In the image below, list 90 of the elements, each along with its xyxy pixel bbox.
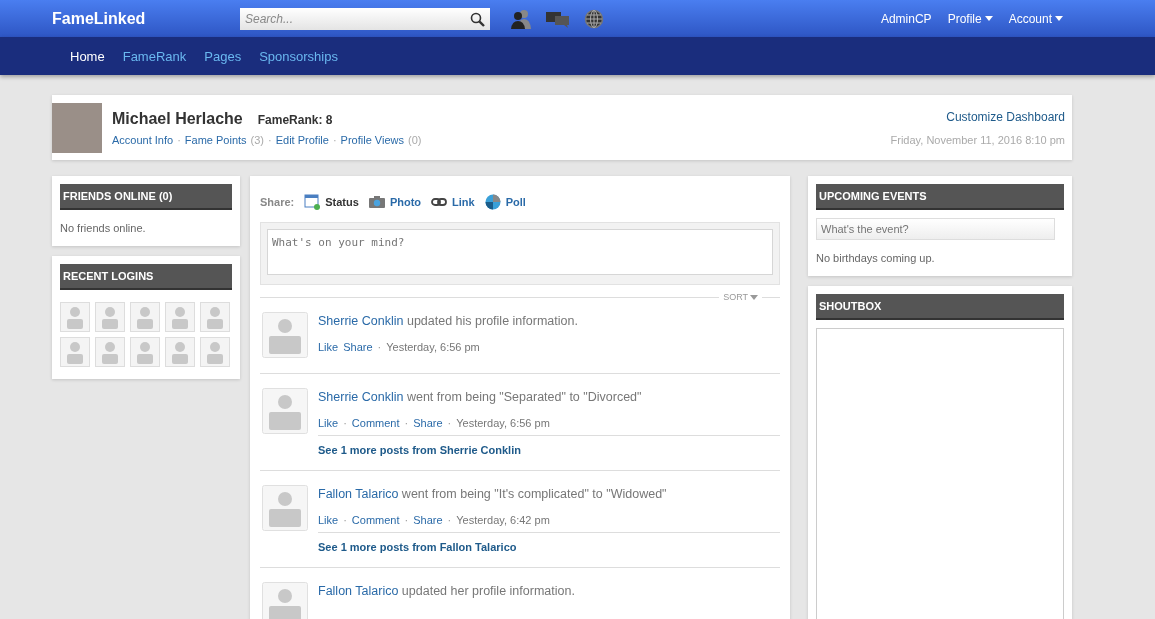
caret-icon	[1055, 16, 1063, 21]
separator-dot: ·	[332, 133, 337, 146]
post-action-link[interactable]: Share	[413, 417, 443, 429]
section-header: FRIENDS ONLINE (0)	[60, 184, 232, 210]
top-menu-link[interactable]: Profile	[947, 11, 993, 26]
post-time: Yesterday, 6:42 pm	[456, 514, 550, 526]
separator-dot: ·	[447, 417, 452, 429]
post-text: Fallon Talarico went from being "It's complicated" to "Widowed"	[318, 487, 668, 501]
share-tab[interactable]: Status	[304, 194, 359, 210]
post-time: Yesterday, 6:56 pm	[456, 417, 550, 429]
section-header: UPCOMING EVENTS	[816, 184, 1064, 210]
people-icon[interactable]	[510, 8, 532, 29]
user-link[interactable]: Fallon Talarico	[318, 584, 399, 598]
chain-link-icon	[431, 197, 448, 207]
status-input[interactable]: What's on your mind?	[267, 229, 773, 275]
globe-icon[interactable]	[584, 8, 604, 29]
separator-dot: ·	[404, 514, 409, 526]
post-text: Fallon Talarico updated her profile information.	[318, 584, 576, 598]
nav-tab[interactable]: Home	[70, 48, 105, 64]
window-icon	[304, 194, 321, 210]
share-tab[interactable]: Photo	[368, 195, 422, 209]
user-avatar-icon[interactable]	[165, 337, 195, 367]
nav-tab[interactable]: FameRank	[122, 48, 187, 64]
site-logo[interactable]: FameLinked	[52, 9, 240, 28]
account-menu-link[interactable]: Profile Views	[340, 133, 404, 146]
share-label: Share:	[260, 196, 295, 208]
share-tab[interactable]: Poll	[484, 194, 526, 210]
post-time: Yesterday, 6:56 pm	[386, 341, 480, 353]
separator-dot: ·	[447, 514, 452, 526]
customize-dashboard-link[interactable]: Customize Dashboard	[946, 109, 1065, 124]
pie-icon	[484, 194, 501, 210]
user-avatar-icon[interactable]	[165, 302, 195, 332]
user-avatar-icon[interactable]	[95, 302, 125, 332]
account-menu-link[interactable]: Account Info	[112, 133, 174, 146]
photo-placeholder	[52, 102, 102, 153]
separator-dot: ·	[343, 514, 347, 526]
account-menu-link[interactable]: Edit Profile	[275, 133, 329, 146]
user-avatar-icon[interactable]	[200, 302, 230, 332]
post-text: Sherrie Conklin updated his profile information.	[318, 314, 579, 328]
fame-rank: FameRank: 8	[257, 112, 333, 127]
more-posts-link[interactable]: See 1 more posts from Fallon Talarico	[318, 541, 780, 553]
separator-dot: ·	[268, 133, 272, 146]
post-text: Sherrie Conklin went from being "Separated" to "Divorced"	[318, 390, 643, 404]
profile-name: Michael Herlache	[112, 109, 243, 128]
post-action-link[interactable]: Comment	[351, 417, 400, 429]
separator-dot: ·	[404, 417, 409, 429]
more-posts-link[interactable]: See 1 more posts from Sherrie Conklin	[318, 444, 780, 456]
user-avatar-icon[interactable]	[262, 312, 308, 358]
separator-dot: ·	[177, 133, 181, 146]
top-menu-link[interactable]: Account	[1008, 11, 1063, 26]
caret-icon	[984, 16, 993, 21]
separator-dot: ·	[377, 341, 382, 353]
account-menu-link[interactable]: Fame Points	[184, 133, 247, 146]
user-avatar-icon[interactable]	[262, 485, 308, 531]
user-avatar-icon[interactable]	[95, 337, 125, 367]
post-action-link[interactable]: Share	[343, 341, 373, 353]
user-avatar-icon[interactable]	[60, 337, 90, 367]
user-avatar-icon[interactable]	[262, 388, 308, 434]
post-action-link[interactable]: Share	[413, 514, 443, 526]
empty-message: No friends online.	[60, 222, 147, 234]
count-label: (3)	[250, 133, 265, 146]
share-tab[interactable]: Link	[431, 196, 475, 208]
top-menu-link[interactable]: AdminCP	[880, 11, 932, 26]
user-avatar-icon[interactable]	[130, 337, 160, 367]
section-header: SHOUTBOX	[816, 294, 1064, 320]
sort-button[interactable]: SORT	[719, 292, 762, 302]
user-avatar-icon[interactable]	[60, 302, 90, 332]
count-label: (0)	[407, 133, 422, 146]
separator-dot: ·	[343, 417, 347, 429]
nav-tab[interactable]: Sponsorships	[259, 48, 338, 64]
chat-icon[interactable]	[546, 9, 570, 28]
date-text: Friday, November 11, 2016 8:10 pm	[890, 133, 1065, 146]
section-header: RECENT LOGINS	[60, 264, 232, 290]
post-action-link[interactable]: Comment	[351, 514, 400, 526]
user-avatar-icon[interactable]	[262, 582, 308, 619]
post-action-link[interactable]: Like	[318, 341, 339, 353]
camera-icon	[368, 195, 385, 209]
caret-icon	[750, 294, 758, 300]
event-input[interactable]: What's the event?	[816, 218, 1055, 240]
user-link[interactable]: Sherrie Conklin	[318, 390, 404, 404]
post-action-link[interactable]: Like	[318, 417, 339, 429]
nav-tab[interactable]: Pages	[204, 48, 242, 64]
search-field[interactable]: Search...	[240, 7, 490, 30]
post-action-link[interactable]: Like	[318, 514, 339, 526]
user-link[interactable]: Fallon Talarico	[318, 487, 399, 501]
search-icon[interactable]	[470, 11, 485, 27]
user-link[interactable]: Sherrie Conklin	[318, 314, 404, 328]
user-avatar-icon[interactable]	[200, 337, 230, 367]
empty-message: No birthdays coming up.	[816, 252, 936, 264]
user-avatar-icon[interactable]	[130, 302, 160, 332]
